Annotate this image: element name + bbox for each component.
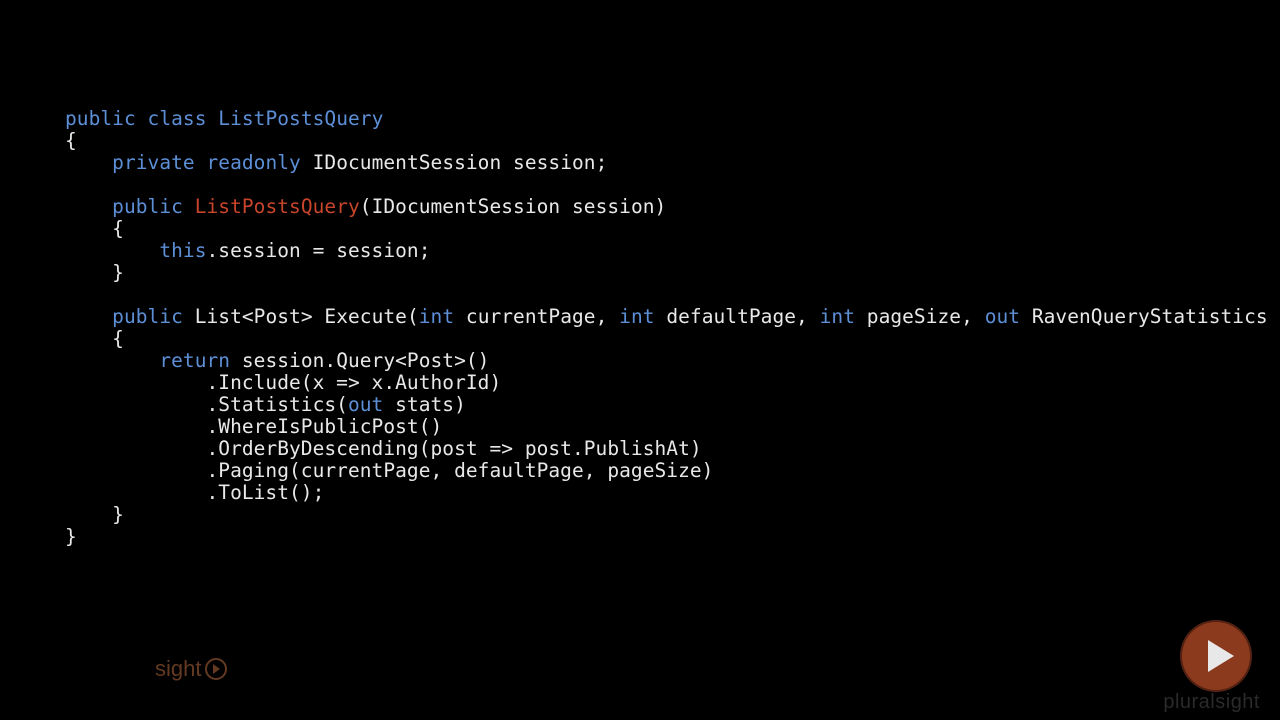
kw-public: public — [65, 107, 136, 130]
constructor-name: ListPostsQuery — [195, 195, 360, 218]
ctor-params: (IDocumentSession session) — [360, 195, 667, 218]
tolist-call: .ToList(); — [206, 481, 324, 504]
brace: { — [65, 129, 77, 152]
method-sig-5: RavenQueryStatistics stats) — [1020, 305, 1280, 328]
kw-readonly: readonly — [207, 151, 301, 174]
kw-class: class — [148, 107, 207, 130]
logo-text: sight — [155, 656, 201, 682]
method-sig-2: currentPage, — [454, 305, 619, 328]
kw-public: public — [112, 195, 183, 218]
kw-int: int — [419, 305, 454, 328]
method-sig-1: List<Post> Execute( — [195, 305, 419, 328]
code-block: public class ListPostsQuery { private re… — [65, 108, 1280, 548]
watermark-text: pluralsight — [1163, 691, 1260, 714]
kw-return: return — [159, 349, 230, 372]
stats-call-2: stats) — [383, 393, 466, 416]
brace: } — [65, 525, 77, 548]
pluralsight-mini-logo: sight — [155, 656, 227, 682]
play-icon — [205, 658, 227, 680]
brace: { — [112, 327, 124, 350]
orderby-call: .OrderByDescending(post => post.PublishA… — [206, 437, 701, 460]
assign: .session = session; — [207, 239, 431, 262]
kw-public: public — [112, 305, 183, 328]
brace: { — [112, 217, 124, 240]
kw-int: int — [619, 305, 654, 328]
brace: } — [112, 261, 124, 284]
kw-out: out — [985, 305, 1020, 328]
where-call: .WhereIsPublicPost() — [206, 415, 442, 438]
stats-call-1: .Statistics( — [206, 393, 347, 416]
include-call: .Include(x => x.AuthorId) — [206, 371, 501, 394]
class-name: ListPostsQuery — [218, 107, 383, 130]
method-sig-3: defaultPage, — [655, 305, 820, 328]
kw-out: out — [348, 393, 383, 416]
kw-private: private — [112, 151, 195, 174]
field-decl: IDocumentSession session; — [313, 151, 608, 174]
query-start: session.Query<Post>() — [230, 349, 489, 372]
paging-call: .Paging(currentPage, defaultPage, pageSi… — [206, 459, 713, 482]
kw-this: this — [159, 239, 206, 262]
kw-int: int — [820, 305, 855, 328]
brace: } — [112, 503, 124, 526]
method-sig-4: pageSize, — [855, 305, 985, 328]
play-button[interactable] — [1180, 620, 1252, 692]
